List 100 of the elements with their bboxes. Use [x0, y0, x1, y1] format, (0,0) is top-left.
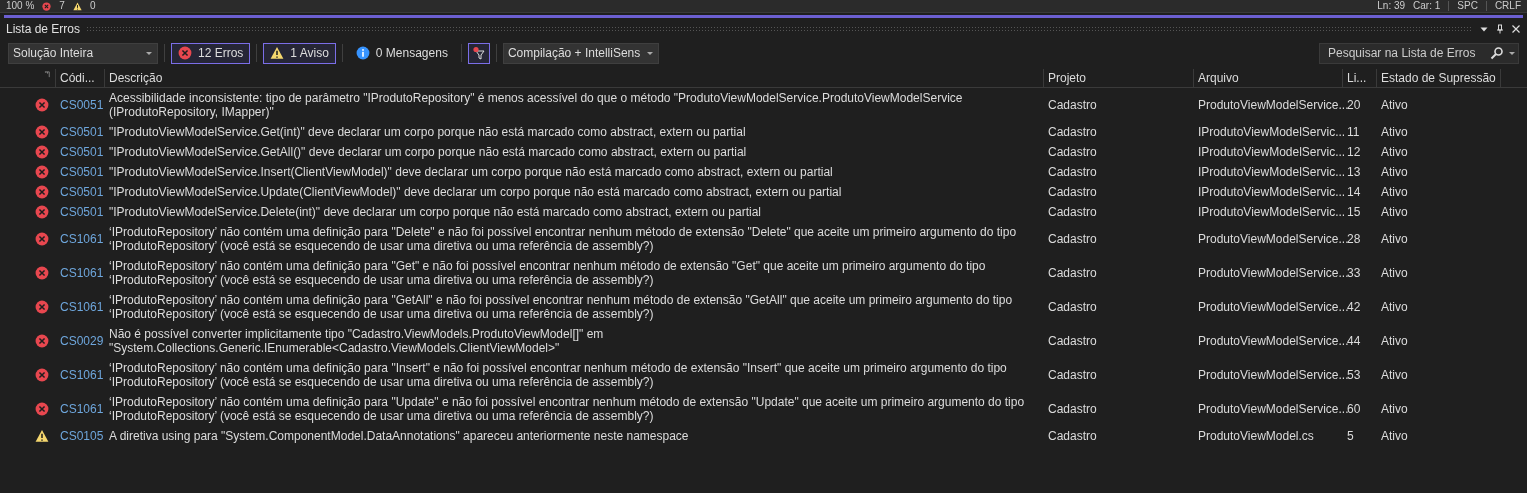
column-number: Car: 1 [1413, 1, 1441, 11]
file-name: IProdutoViewModelServic... [1198, 145, 1346, 159]
error-description: "IProdutoViewModelService.GetAll()" deve declarar um corpo porque não está marcado como abstract, extern ou partial [109, 145, 747, 159]
error-icon [35, 300, 49, 314]
line-number: 15 [1347, 205, 1361, 219]
pin-icon[interactable] [1495, 23, 1505, 34]
line-number: 42 [1347, 300, 1361, 314]
error-icon [35, 232, 49, 246]
error-code-link[interactable]: CS0029 [60, 334, 104, 348]
warning-filter-button[interactable]: 1 Aviso [263, 42, 336, 64]
line-number: 60 [1347, 402, 1361, 416]
error-description: ‘IProdutoRepository’ não contém uma definição para "GetAll" e não foi possível encontrar nenhum método de extensão "GetAll" que aceite um primeiro argumento do tipo ‘IProdutoRepository’ (você está se esquecendo de usar uma diretiva ou uma referência de assembly?) [109, 293, 1014, 321]
zoom-level[interactable]: 100 % [6, 1, 35, 11]
close-icon[interactable] [1511, 23, 1521, 34]
error-code-link[interactable]: CS1061 [60, 232, 104, 246]
error-description: "IProdutoViewModelService.Insert(ClientViewModel)" deve declarar um corpo porque não está marcado como abstract, extern ou partial [109, 165, 833, 179]
suppression-state: Ativo [1381, 205, 1408, 219]
error-description: "IProdutoViewModelService.Update(ClientViewModel)" deve declarar um corpo porque não está marcado como abstract, extern ou partial [109, 185, 842, 199]
caret-icon[interactable] [1508, 49, 1516, 57]
warning-icon [270, 46, 285, 60]
project-name: Cadastro [1048, 334, 1097, 348]
file-name: ProdutoViewModel.cs [1198, 429, 1314, 443]
line-number: 14 [1347, 185, 1361, 199]
error-code-link[interactable]: CS1061 [60, 300, 104, 314]
suppression-state: Ativo [1381, 429, 1408, 443]
error-code-link[interactable]: CS1061 [60, 402, 104, 416]
project-name: Cadastro [1048, 185, 1097, 199]
line-number: 44 [1347, 334, 1361, 348]
error-description: "IProdutoViewModelService.Delete(int)" deve declarar um corpo porque não está marcado como abstract, extern ou partial [109, 205, 761, 219]
info-filter-button[interactable]: 0 Mensagens [348, 42, 455, 64]
project-name: Cadastro [1048, 98, 1097, 112]
line-ending[interactable]: CRLF [1485, 1, 1521, 11]
file-name: ProdutoViewModelService... [1198, 266, 1349, 280]
column-header[interactable]: Descrição [109, 71, 163, 85]
filter-toggle-button[interactable] [467, 42, 490, 64]
error-icon [178, 46, 192, 60]
scope-dropdown[interactable]: Solução Inteira [8, 42, 158, 64]
suppression-state: Ativo [1381, 266, 1408, 280]
error-code-link[interactable]: CS0051 [60, 98, 104, 112]
file-name: ProdutoViewModelService... [1198, 98, 1349, 112]
column-header[interactable]: Estado de Supressão [1381, 71, 1496, 85]
suppression-state: Ativo [1381, 165, 1408, 179]
filter-icon [471, 46, 486, 60]
line-number: 13 [1347, 165, 1361, 179]
suppression-state: Ativo [1381, 98, 1408, 112]
error-filter-button[interactable]: 12 Erros [171, 42, 251, 64]
project-name: Cadastro [1048, 165, 1097, 179]
line-number: 11 [1347, 125, 1360, 139]
column-header[interactable]: Li... [1347, 71, 1367, 85]
error-icon [35, 98, 49, 112]
suppression-state: Ativo [1381, 145, 1408, 159]
error-code-link[interactable]: CS1061 [60, 368, 104, 382]
error-description: A diretiva using para "System.ComponentModel.DataAnnotations" apareceu anteriormente neste namespace [109, 429, 689, 443]
panel-title: Lista de Erros [6, 21, 81, 36]
column-options-icon[interactable] [44, 71, 51, 78]
build-source-dropdown[interactable]: Compilação + IntelliSens [502, 42, 660, 64]
project-name: Cadastro [1048, 145, 1097, 159]
error-description: ‘IProdutoRepository’ não contém uma definição para "Get" e não foi possível encontrar nenhum método de extensão "Get" que aceite um primeiro argumento do tipo ‘IProdutoRepository’ (você está se esquecendo de usar uma diretiva ou uma referência de assembly?) [109, 259, 987, 287]
error-code-link[interactable]: CS0105 [60, 429, 104, 443]
column-header[interactable]: Arquivo [1198, 71, 1239, 85]
error-code-link[interactable]: CS0501 [60, 145, 104, 159]
suppression-state: Ativo [1381, 125, 1408, 139]
caret-icon [145, 49, 153, 57]
warning-count: 0 [89, 1, 96, 11]
error-description: ‘IProdutoRepository’ não contém uma definição para "Insert" e não foi possível encontrar nenhum método de extensão "Insert" que aceite um primeiro argumento do tipo ‘IProdutoRepository’ (você está se esquecendo de usar uma diretiva ou uma referência de assembly?) [109, 361, 1008, 389]
search-field[interactable]: Pesquisar na Lista de Erros [1319, 42, 1519, 64]
spacing-mode[interactable]: SPC [1448, 1, 1478, 11]
error-icon [35, 125, 49, 139]
column-header[interactable]: Projeto [1048, 71, 1087, 85]
suppression-state: Ativo [1381, 402, 1408, 416]
error-code-link[interactable]: CS0501 [60, 205, 104, 219]
line-number: 12 [1347, 145, 1361, 159]
project-name: Cadastro [1048, 429, 1097, 443]
project-name: Cadastro [1048, 125, 1097, 139]
line-number: 33 [1347, 266, 1361, 280]
line-number: 28 [1347, 232, 1361, 246]
search-icon[interactable] [1490, 46, 1504, 60]
project-name: Cadastro [1048, 266, 1097, 280]
error-description: "IProdutoViewModelService.Get(int)" deve declarar um corpo porque não está marcado como abstract, extern ou partial [109, 125, 746, 139]
error-code-link[interactable]: CS0501 [60, 185, 104, 199]
file-name: IProdutoViewModelServic... [1198, 205, 1346, 219]
suppression-state: Ativo [1381, 232, 1408, 246]
error-code-link[interactable]: CS0501 [60, 165, 104, 179]
error-icon [35, 185, 49, 199]
error-description: Acessibilidade inconsistente: tipo de parâmetro "IProdutoRepository" é menos acessível do que o método "ProdutoViewModelService.ProdutoViewModelService (IProdutoRepository, IMapper)" [109, 91, 964, 119]
file-name: ProdutoViewModelService... [1198, 300, 1349, 314]
file-name: ProdutoViewModelService... [1198, 334, 1349, 348]
line-number: 5 [1347, 429, 1354, 443]
error-code-link[interactable]: CS1061 [60, 266, 104, 280]
file-name: IProdutoViewModelServic... [1198, 185, 1346, 199]
suppression-state: Ativo [1381, 334, 1408, 348]
file-name: IProdutoViewModelServic... [1198, 165, 1346, 179]
error-icon [35, 368, 49, 382]
line-number: 53 [1347, 368, 1361, 382]
project-name: Cadastro [1048, 402, 1097, 416]
column-header[interactable]: Códi... [60, 71, 95, 85]
error-icon [35, 145, 49, 159]
error-code-link[interactable]: CS0501 [60, 125, 104, 139]
caret-icon [646, 49, 655, 57]
file-name: ProdutoViewModelService... [1198, 368, 1349, 382]
